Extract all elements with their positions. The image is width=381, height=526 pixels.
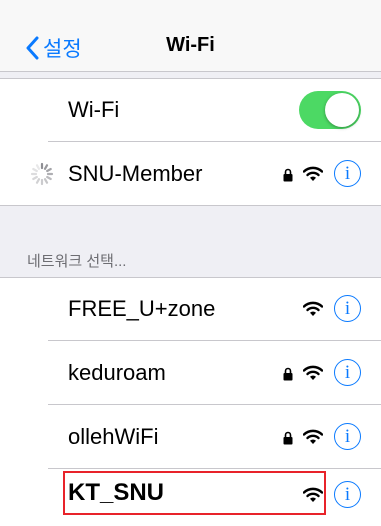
- navigation-bar: 설정 Wi-Fi: [0, 0, 381, 72]
- lock-icon: [283, 168, 293, 182]
- network-row[interactable]: i: [0, 469, 381, 526]
- network-name: KT_SNU: [68, 479, 165, 506]
- network-info-button[interactable]: i: [334, 481, 361, 508]
- network-name: ollehWiFi: [68, 424, 159, 449]
- page-title: Wi-Fi: [166, 34, 215, 56]
- network-info-button[interactable]: i: [334, 295, 361, 322]
- network-info-button[interactable]: i: [334, 423, 361, 450]
- current-network-name: SNU-Member: [68, 161, 203, 186]
- network-row[interactable]: ollehWiFi i: [0, 405, 381, 469]
- lock-icon: [283, 431, 293, 445]
- wifi-toggle-switch[interactable]: [299, 91, 361, 129]
- wifi-signal-icon: [303, 166, 323, 181]
- wifi-toggle-label: Wi-Fi: [68, 97, 120, 122]
- current-network-row[interactable]: SNU-Member i: [0, 142, 381, 206]
- network-name: keduroam: [68, 360, 166, 385]
- wifi-signal-icon: [303, 487, 323, 502]
- network-row[interactable]: keduroam i: [0, 341, 381, 405]
- network-name: FREE_U+zone: [68, 296, 216, 321]
- toggle-knob: [325, 93, 359, 127]
- wifi-signal-icon: [303, 365, 323, 380]
- section-header: 네트워크 선택...: [27, 253, 127, 270]
- wifi-signal-icon: [303, 301, 323, 316]
- loading-spinner-icon: [30, 162, 54, 186]
- network-row[interactable]: FREE_U+zone i: [0, 277, 381, 341]
- lock-icon: [283, 367, 293, 381]
- wifi-signal-icon: [303, 429, 323, 444]
- network-info-button[interactable]: i: [334, 359, 361, 386]
- network-info-button[interactable]: i: [334, 160, 361, 187]
